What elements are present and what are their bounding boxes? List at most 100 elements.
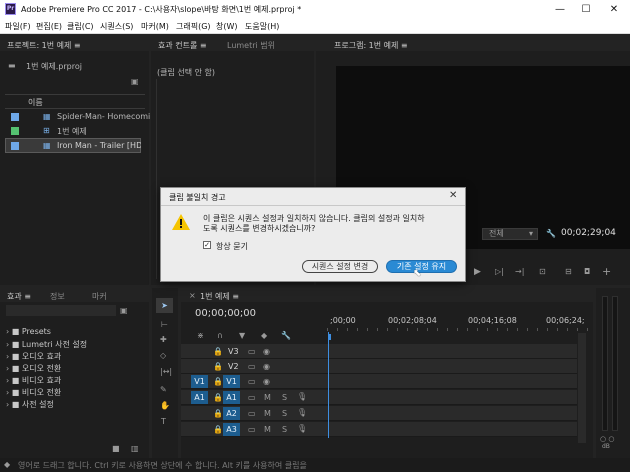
lock-icon[interactable]: 🔒: [213, 409, 223, 418]
tab-effect-controls[interactable]: 효과 컨트롤 ≡: [158, 40, 207, 51]
step-forward-icon[interactable]: ▷|: [495, 267, 504, 276]
effects-folder-item[interactable]: › ■ 오디오 효과: [6, 351, 61, 362]
wrench-icon[interactable]: 🔧: [546, 229, 556, 238]
close-window-button[interactable]: ✕: [600, 0, 628, 19]
menu-sequence[interactable]: 시퀀스(S): [100, 21, 133, 32]
track-target-v1[interactable]: V1: [223, 375, 240, 388]
menu-marker[interactable]: 마커(M): [141, 21, 169, 32]
track-row[interactable]: 🔒 V3 ▭ ◉: [181, 344, 577, 359]
time-ruler[interactable]: ;00;00 00;02;08;04 00;04;16;08 00;06;24;: [327, 316, 593, 328]
tab-sequence[interactable]: 1번 예제 ≡: [200, 291, 239, 302]
effects-folder-item[interactable]: › ■ 사전 설정: [6, 399, 54, 410]
insert-icon[interactable]: ⊡: [539, 267, 546, 276]
track-row[interactable]: 🔒 A3 ▭ M S 🎙: [181, 422, 577, 437]
add-button-icon[interactable]: +: [602, 265, 611, 278]
program-timecode[interactable]: 00;02;29;04: [561, 228, 616, 238]
menu-window[interactable]: 창(W): [216, 21, 238, 32]
microphone-icon[interactable]: 🎙: [297, 424, 307, 433]
maximize-button[interactable]: ☐: [572, 0, 600, 19]
playhead-handle[interactable]: [329, 334, 331, 340]
microphone-icon[interactable]: 🎙: [297, 392, 307, 401]
solo-icon[interactable]: S: [282, 425, 287, 434]
menu-edit[interactable]: 편집(E): [36, 21, 62, 32]
menu-clip[interactable]: 클립(C): [67, 21, 94, 32]
slip-tool-icon[interactable]: |↔|: [160, 367, 172, 376]
list-item-selected[interactable]: ▦ Iron Man - Trailer [HD].m: [5, 138, 141, 153]
play-icon[interactable]: ▶: [474, 267, 481, 277]
effects-folder-item[interactable]: › ■ Lumetri 사전 설정: [6, 339, 87, 350]
microphone-icon[interactable]: 🎙: [297, 408, 307, 417]
effects-folder-item[interactable]: › ■ 비디오 전환: [6, 387, 61, 398]
mute-icon[interactable]: M: [264, 393, 271, 402]
menu-file[interactable]: 파일(F): [5, 21, 31, 32]
track-target-a1[interactable]: A1: [223, 391, 240, 404]
accelerated-effects-icon[interactable]: ▣: [120, 306, 128, 315]
solo-buttons[interactable]: ○ ○: [600, 435, 614, 443]
sync-icon[interactable]: ▭: [248, 425, 256, 434]
sync-icon[interactable]: ▭: [248, 362, 256, 371]
go-to-out-icon[interactable]: →|: [515, 267, 524, 276]
list-item[interactable]: ⊞ 1번 예제: [5, 124, 145, 138]
solo-icon[interactable]: S: [282, 409, 287, 418]
fit-dropdown[interactable]: 전체 ▾: [482, 228, 538, 240]
trash-icon[interactable]: ▥: [131, 444, 139, 453]
export-frame-icon[interactable]: ◘: [584, 267, 590, 276]
tab-program[interactable]: 프로그램: 1번 예제 ≡: [334, 40, 408, 51]
timeline-timecode[interactable]: 00;00;00;00: [195, 308, 256, 319]
mute-icon[interactable]: M: [264, 425, 271, 434]
lock-icon[interactable]: 🔒: [213, 393, 223, 402]
overwrite-icon[interactable]: ⊟: [565, 267, 572, 276]
mute-icon[interactable]: M: [264, 409, 271, 418]
razor-tool-icon[interactable]: ◇: [160, 351, 166, 360]
snap-icon[interactable]: ⋇: [197, 331, 204, 340]
tab-lumetri-scopes[interactable]: Lumetri 범위: [227, 40, 275, 51]
list-item[interactable]: ▦ Spider-Man- Homecomi: [5, 110, 150, 124]
solo-icon[interactable]: S: [282, 393, 287, 402]
minimize-button[interactable]: —: [546, 0, 574, 19]
track-row[interactable]: 🔒 A2 ▭ M S 🎙: [181, 406, 577, 421]
track-target-a3[interactable]: A3: [223, 423, 240, 436]
lock-icon[interactable]: 🔒: [213, 425, 223, 434]
track-row[interactable]: A1 🔒 A1 ▭ M S 🎙: [181, 390, 577, 405]
effects-folder-item[interactable]: › ■ 비디오 효과: [6, 375, 61, 386]
tab-effects[interactable]: 효과 ≡: [7, 291, 31, 302]
close-tab-icon[interactable]: ×: [189, 291, 196, 300]
tab-project[interactable]: 프로젝트: 1번 예제 ≡: [7, 40, 81, 51]
eye-icon[interactable]: ◉: [263, 347, 270, 356]
source-patch-a1[interactable]: A1: [191, 391, 208, 404]
effects-folder-item[interactable]: › ■ Presets: [6, 327, 51, 336]
change-sequence-settings-button[interactable]: 시퀀스 설정 변경: [302, 260, 378, 273]
selection-tool-icon[interactable]: ➤: [156, 298, 173, 313]
source-patch-v1[interactable]: V1: [191, 375, 208, 388]
lock-icon[interactable]: 🔒: [213, 377, 223, 386]
sync-icon[interactable]: ▭: [248, 377, 256, 386]
new-bin-icon[interactable]: ▣: [131, 77, 139, 86]
menu-graphics[interactable]: 그래픽(G): [176, 21, 211, 32]
menu-help[interactable]: 도움말(H): [245, 21, 279, 32]
effects-folder-item[interactable]: › ■ 오디오 전환: [6, 363, 61, 374]
sync-icon[interactable]: ▭: [248, 393, 256, 402]
effects-search-input[interactable]: [6, 305, 116, 316]
lock-icon[interactable]: 🔒: [213, 362, 223, 371]
tab-markers[interactable]: 마커: [92, 291, 107, 302]
type-tool-icon[interactable]: T: [161, 417, 166, 426]
hand-tool-icon[interactable]: ✋: [160, 401, 170, 410]
ripple-edit-tool-icon[interactable]: ✚: [160, 335, 167, 344]
track-select-tool-icon[interactable]: ⊢: [161, 320, 168, 329]
eye-icon[interactable]: ◉: [263, 362, 270, 371]
new-folder-icon[interactable]: ■: [112, 444, 120, 453]
track-target-a2[interactable]: A2: [223, 407, 240, 420]
marker-icon[interactable]: ◆: [261, 331, 267, 340]
lock-icon[interactable]: 🔒: [213, 347, 223, 356]
timeline-scrollbar[interactable]: [578, 333, 586, 443]
track-row[interactable]: 🔒 V2 ▭ ◉: [181, 359, 577, 374]
always-ask-checkbox[interactable]: ✓: [203, 241, 211, 249]
timeline-settings-icon[interactable]: 🔧: [281, 331, 291, 340]
linked-selection-icon[interactable]: ∩: [217, 331, 223, 340]
sync-icon[interactable]: ▭: [248, 347, 256, 356]
pen-tool-icon[interactable]: ✎: [160, 385, 167, 394]
keep-existing-settings-button[interactable]: 기존 설정 유지: [386, 260, 457, 273]
dialog-close-button[interactable]: ✕: [449, 190, 457, 201]
track-row[interactable]: V1 🔒 V1 ▭ ◉: [181, 374, 577, 389]
tab-info[interactable]: 정보: [50, 291, 65, 302]
